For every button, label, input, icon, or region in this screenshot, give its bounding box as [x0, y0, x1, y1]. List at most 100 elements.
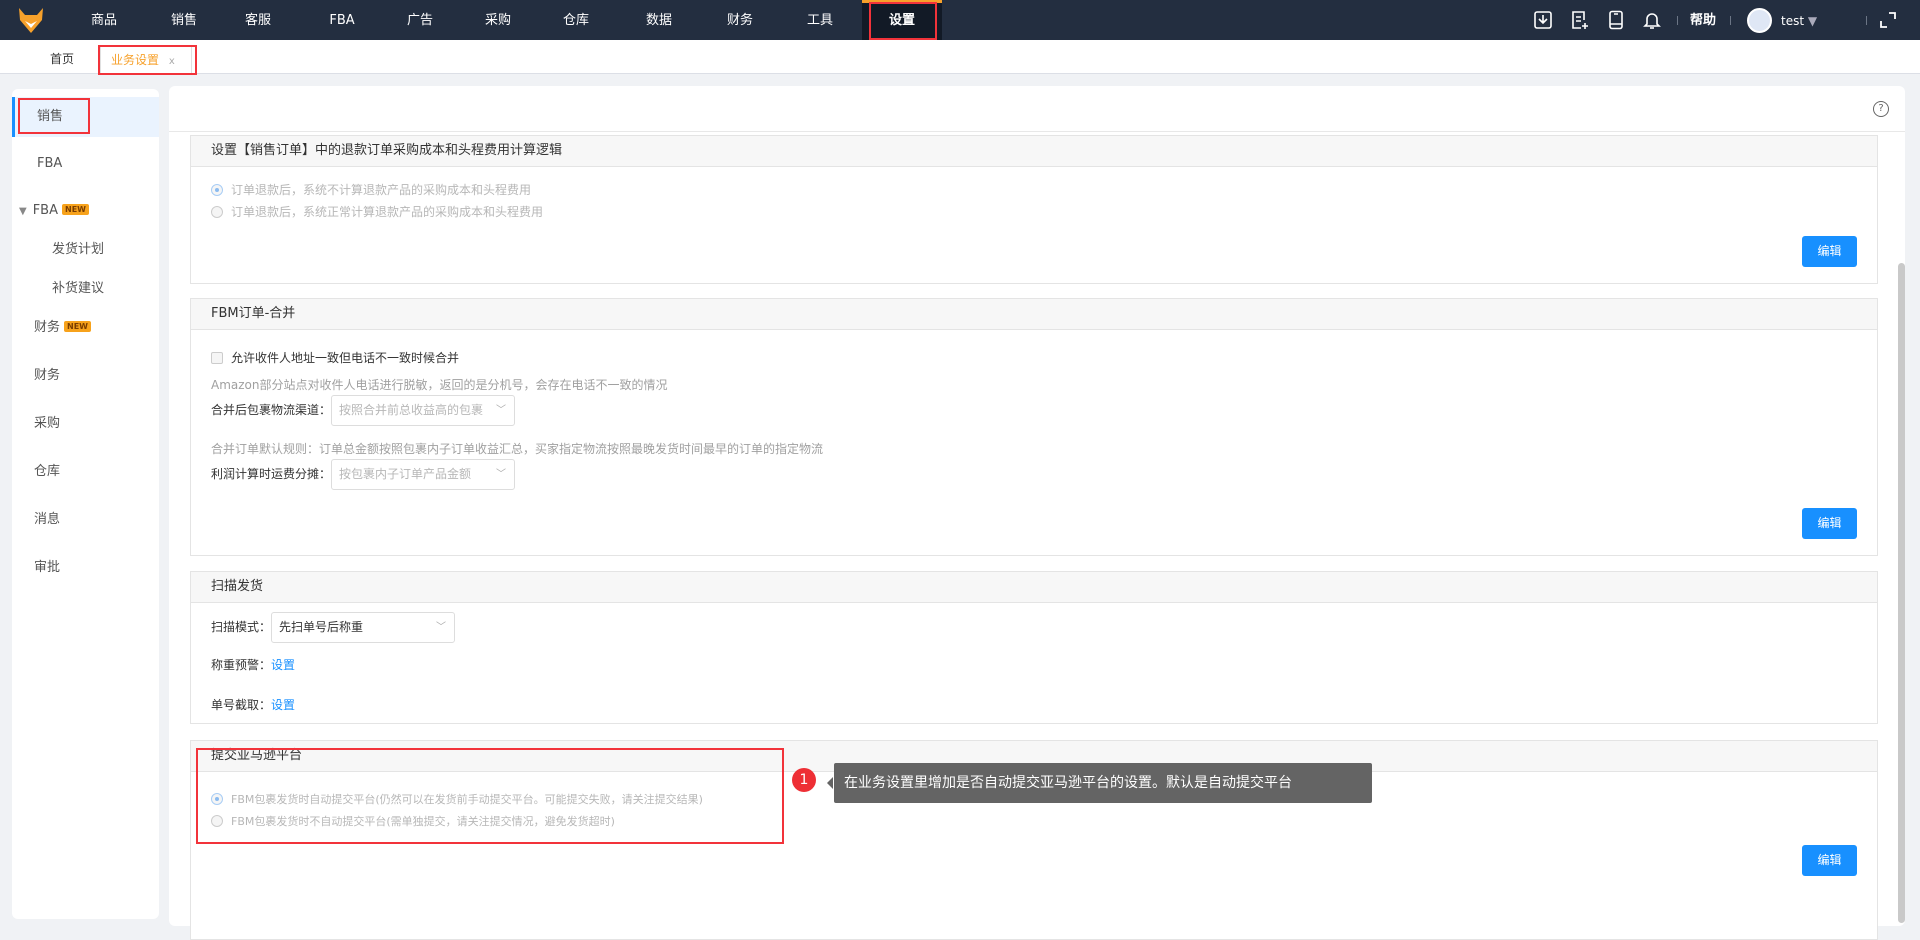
- nav-tools[interactable]: 工具: [780, 0, 860, 40]
- section-title: 设置【销售订单】中的退款订单采购成本和头程费用计算逻辑: [191, 136, 1877, 167]
- field-label: 扫描模式：: [211, 620, 272, 634]
- fbm-merge-section: FBM订单-合并 允许收件人地址一致但电话不一致时候合并 Amazon部分站点对…: [190, 298, 1878, 556]
- hint-text: 合并订单默认规则：订单总金额按照包裹内子订单收益汇总，买家指定物流按照最晚发货时…: [211, 442, 824, 456]
- sidebar-item-messages[interactable]: 消息: [12, 500, 159, 540]
- sidebar-item-finance-new[interactable]: 财务 NEW: [12, 308, 159, 348]
- merge-checkbox[interactable]: 允许收件人地址一致但电话不一致时候合并: [211, 349, 459, 366]
- radio-checked[interactable]: [211, 793, 223, 805]
- field-label: 合并后包裹物流渠道：: [211, 403, 332, 417]
- option-label: FBM包裹发货时不自动提交平台(需单独提交，请关注提交情况，避免发货超时): [231, 815, 615, 828]
- scan-mode-select[interactable]: 先扫单号后称重 ﹀: [271, 612, 456, 643]
- divider: [1730, 16, 1731, 25]
- nav-fba[interactable]: FBA: [302, 0, 382, 40]
- sidebar-item-sales[interactable]: 销售: [12, 97, 159, 137]
- annotation-number: 1: [792, 768, 816, 792]
- weight-warning-row: 称重预警：设置: [211, 656, 295, 673]
- nav-products[interactable]: 商品: [64, 0, 144, 40]
- edit-button[interactable]: 编辑: [1802, 845, 1857, 876]
- hint-text: Amazon部分站点对收件人电话进行脱敏，返回的是分机号，会存在电话不一致的情况: [211, 378, 668, 392]
- top-navbar: 商品 销售 客服 FBA 广告 采购 仓库 数据 财务 工具 设置 帮助 tes…: [0, 0, 1920, 40]
- refund-cost-section: 设置【销售订单】中的退款订单采购成本和头程费用计算逻辑 订单退款后，系统不计算退…: [190, 135, 1878, 284]
- nav-service[interactable]: 客服: [218, 0, 298, 40]
- tab-label: 业务设置: [111, 53, 160, 67]
- divider: [1677, 16, 1678, 25]
- sidebar-item-label: FBA: [32, 203, 58, 218]
- sidebar: 销售 FBA ▼ FBA NEW 发货计划 补货建议 财务 NEW 财务 采购 仓库 …: [12, 89, 159, 919]
- nav-data[interactable]: 数据: [619, 0, 699, 40]
- nav-finance[interactable]: 财务: [700, 0, 780, 40]
- channel-select[interactable]: 按照合并前总收益高的包裹 ﹀: [331, 395, 516, 426]
- sidebar-item-finance[interactable]: 财务: [12, 356, 159, 396]
- fox-logo-icon[interactable]: [16, 6, 46, 34]
- nav-sales[interactable]: 销售: [144, 0, 224, 40]
- sidebar-item-shipment-plan[interactable]: 发货计划: [12, 230, 159, 270]
- field-label: 称重预警：: [211, 658, 272, 672]
- help-link[interactable]: 帮助: [1690, 0, 1716, 42]
- nav-purchase[interactable]: 采购: [458, 0, 538, 40]
- edit-button[interactable]: 编辑: [1802, 508, 1857, 539]
- sidebar-item-restock[interactable]: 补货建议: [12, 269, 159, 309]
- radio-unchecked[interactable]: [211, 815, 223, 827]
- radio-option[interactable]: 订单退款后，系统正常计算退款产品的采购成本和头程费用: [211, 203, 543, 220]
- bell-icon[interactable]: [1642, 10, 1662, 30]
- chevron-down-icon: ﹀: [436, 622, 447, 633]
- avatar[interactable]: [1747, 8, 1772, 33]
- chevron-down-icon: ﹀: [496, 405, 507, 416]
- radio-option[interactable]: FBM包裹发货时自动提交平台(仍然可以在发货前手动提交平台。可能提交失败，请关注…: [211, 791, 703, 807]
- select-value: 按照合并前总收益高的包裹: [339, 403, 484, 417]
- select-value: 按包裹内子订单产品金额: [339, 467, 472, 481]
- sidebar-item-fba-new[interactable]: ▼ FBA NEW: [12, 191, 159, 231]
- select-value: 先扫单号后称重: [279, 620, 364, 634]
- divider: [1866, 16, 1867, 25]
- sidebar-item-label: 销售: [37, 109, 64, 124]
- radio-unchecked[interactable]: [211, 206, 223, 218]
- new-badge: NEW: [62, 204, 89, 215]
- username: test: [1781, 14, 1805, 28]
- number-cut-row: 单号截取：设置: [211, 696, 295, 713]
- add-document-icon[interactable]: [1570, 10, 1590, 30]
- sidebar-item-warehouse[interactable]: 仓库: [12, 452, 159, 492]
- sidebar-item-label: FBA: [37, 156, 63, 171]
- number-cut-link[interactable]: 设置: [271, 698, 295, 712]
- field-label: 利润计算时运费分摊：: [211, 467, 332, 481]
- option-label: 订单退款后，系统不计算退款产品的采购成本和头程费用: [231, 183, 532, 197]
- new-badge: NEW: [64, 321, 91, 332]
- tab-bar: 首页 业务设置 x: [0, 40, 1920, 75]
- help-circle-icon[interactable]: ?: [1873, 101, 1889, 117]
- fullscreen-icon[interactable]: [1878, 10, 1898, 30]
- sidebar-item-purchase[interactable]: 采购: [12, 404, 159, 444]
- freight-select[interactable]: 按包裹内子订单产品金额 ﹀: [331, 459, 516, 490]
- section-title: FBM订单-合并: [191, 299, 1877, 330]
- radio-checked[interactable]: [211, 184, 223, 196]
- nav-warehouse[interactable]: 仓库: [536, 0, 616, 40]
- sidebar-item-label: 财务: [34, 368, 61, 383]
- edit-button[interactable]: 编辑: [1802, 236, 1857, 267]
- chevron-down-icon: ﹀: [496, 469, 507, 480]
- option-label: 订单退款后，系统正常计算退款产品的采购成本和头程费用: [231, 205, 544, 219]
- nav-ads[interactable]: 广告: [380, 0, 460, 40]
- radio-option[interactable]: 订单退款后，系统不计算退款产品的采购成本和头程费用: [211, 181, 531, 198]
- user-menu[interactable]: test ▼: [1781, 0, 1817, 42]
- option-label: FBM包裹发货时自动提交平台(仍然可以在发货前手动提交平台。可能提交失败，请关注…: [231, 793, 703, 806]
- channel-row: 合并后包裹物流渠道： 按照合并前总收益高的包裹 ﹀: [211, 395, 516, 426]
- radio-option[interactable]: FBM包裹发货时不自动提交平台(需单独提交，请关注提交情况，避免发货超时): [211, 813, 615, 829]
- nav-settings[interactable]: 设置: [862, 0, 942, 40]
- sidebar-item-fba[interactable]: FBA: [12, 144, 159, 184]
- tab-home[interactable]: 首页: [50, 46, 74, 74]
- weight-warning-link[interactable]: 设置: [271, 658, 295, 672]
- checkbox-label: 允许收件人地址一致但电话不一致时候合并: [231, 351, 460, 365]
- freight-row: 利润计算时运费分摊： 按包裹内子订单产品金额 ﹀: [211, 459, 516, 490]
- close-icon[interactable]: x: [169, 56, 175, 67]
- download-icon[interactable]: [1533, 10, 1553, 30]
- mobile-icon[interactable]: [1606, 10, 1626, 30]
- scan-mode-row: 扫描模式： 先扫单号后称重 ﹀: [211, 612, 456, 643]
- sidebar-item-label: 财务: [34, 320, 61, 335]
- field-label: 单号截取：: [211, 698, 272, 712]
- sidebar-item-approval[interactable]: 审批: [12, 548, 159, 588]
- sidebar-item-label: 发货计划: [52, 242, 105, 257]
- caret-down-icon: ▼: [1807, 14, 1818, 28]
- checkbox[interactable]: [211, 352, 223, 364]
- scrollbar[interactable]: [1898, 263, 1905, 923]
- sidebar-item-label: 采购: [34, 416, 61, 431]
- tab-business-settings[interactable]: 业务设置 x: [100, 46, 192, 74]
